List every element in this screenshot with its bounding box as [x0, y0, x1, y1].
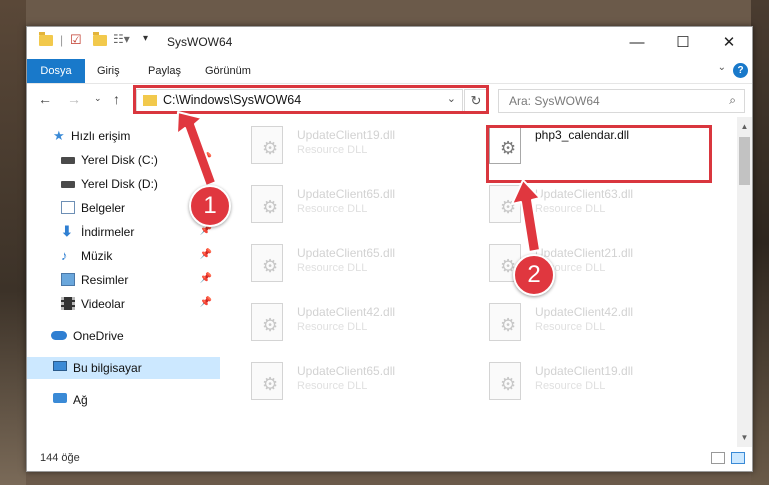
arrow-one-icon: [176, 111, 217, 187]
callout-arrows: [176, 111, 541, 253]
callout-badge-two: 2: [513, 254, 555, 296]
arrow-two-icon: [511, 179, 541, 253]
callout-badge-one: 1: [189, 185, 231, 227]
